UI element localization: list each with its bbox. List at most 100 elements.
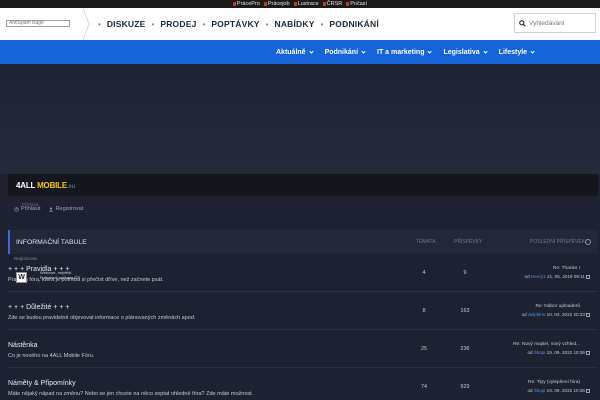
hero-banner — [0, 64, 600, 174]
last-post-subject[interactable]: Re: Thanks ! — [553, 266, 580, 271]
power-icon — [14, 206, 19, 212]
last-post-by: od — [521, 312, 527, 317]
last-post-subject[interactable]: Re: Nábor uploaderů — [535, 304, 580, 309]
last-post-date: 10. 03. 2022 20:23 — [546, 312, 585, 317]
category-label: IT a marketing — [377, 48, 425, 56]
goto-post-icon[interactable] — [586, 274, 590, 279]
forum-title[interactable]: + + + Důležité + + + — [8, 304, 70, 311]
forum-logo[interactable]: 4ALL MOBILE.eu — [16, 181, 75, 190]
column-topics: TÉMATA — [416, 239, 436, 245]
category-it-marketing[interactable]: IT a marketing — [377, 48, 433, 56]
nav-separator: • — [202, 19, 206, 29]
board-title[interactable]: INFORMAČNÍ TABULE — [16, 239, 87, 246]
chevron-down-icon — [308, 48, 314, 54]
category-podnikani[interactable]: Podnikání — [325, 48, 366, 56]
forum-description: Zde se budou pravidelně objevovat inform… — [8, 315, 196, 321]
user-links: Přihlásit Přihlásit Registrovat — [14, 202, 83, 212]
nav-separator: • — [98, 19, 101, 29]
category-label: Lifestyle — [498, 48, 528, 56]
nav-item-poptavky[interactable]: POPTÁVKY — [211, 19, 259, 29]
login-hint: Přihlásit — [22, 202, 39, 207]
top-link-lustrace[interactable]: Lustrace — [293, 1, 319, 7]
register-link[interactable]: Registrovat — [48, 206, 83, 212]
goto-post-icon[interactable] — [586, 388, 590, 393]
category-label: Aktuálně — [276, 48, 306, 56]
nav-separator: • — [151, 19, 155, 29]
search-box[interactable] — [514, 13, 596, 33]
last-post-date: 19. 09. 2022 10:36 — [546, 350, 585, 355]
top-link-pracejob[interactable]: Prácejob — [263, 1, 290, 7]
last-post-meta: od delphino 10. 03. 2022 20:23 — [522, 312, 590, 317]
board-header: INFORMAČNÍ TABULE TÉMATA PŘÍSPĚVKY POSLE… — [8, 230, 598, 254]
topics-count: 4 — [422, 270, 426, 276]
last-post-user[interactable]: Škopi — [534, 388, 546, 393]
top-link-crsr[interactable]: ČRSR — [322, 1, 343, 7]
nav-item-nabidky[interactable]: NABÍDKY — [274, 19, 314, 29]
forum-description: Co je nového na 4ALL Mobile Fóru. — [8, 353, 95, 359]
last-post-date: 21. 05. 2019 09:11 — [547, 274, 585, 279]
last-post-meta: od Škopi 19. 09. 2022 10:36 — [527, 388, 590, 393]
forum-logo-bar — [8, 174, 598, 196]
top-link-label: Počasí — [350, 1, 368, 7]
top-links-bar: PrácePro Prácejob Lustrace ČRSR Počasí — [0, 0, 600, 8]
forum-title[interactable]: Náměty & Připomínky — [8, 380, 76, 387]
popup-line: Fotbalové aplikace ČR — [40, 275, 81, 280]
top-link-label: Lustrace — [297, 1, 319, 7]
popup-badge[interactable]: W — [16, 272, 27, 283]
last-post-user[interactable]: delphino — [528, 312, 545, 317]
top-link-pracepro[interactable]: PrácePro — [232, 1, 260, 7]
nav-item-prodej[interactable]: PRODEJ — [160, 19, 196, 29]
register-hint: Registrovat — [14, 256, 37, 261]
popup-text: Webowe, největší Fotbalové aplikace ČR — [40, 270, 80, 280]
goto-post-icon[interactable] — [586, 350, 590, 355]
last-post-subject[interactable]: Re: Tipy (vylepšení fóra) — [528, 380, 580, 385]
chevron-down-icon — [530, 48, 535, 54]
search-icon[interactable] — [519, 19, 526, 27]
forum-row[interactable]: Nástěnka Co je nového na 4ALL Mobile Fór… — [8, 330, 598, 368]
logo-text-domain: .eu — [67, 184, 76, 190]
link-marker-icon — [322, 2, 326, 6]
topics-count: 74 — [420, 384, 428, 390]
posts-count: 236 — [460, 346, 470, 352]
link-marker-icon — [232, 2, 236, 6]
nav-item-diskuze[interactable]: DISKUZE — [107, 19, 146, 29]
user-plus-icon — [48, 207, 53, 211]
gear-icon[interactable] — [585, 239, 591, 245]
forum-row[interactable]: Náměty & Připomínky Máte nějaký nápad na… — [8, 368, 598, 400]
category-nav: Aktuálně Podnikání IT a marketing Legisl… — [0, 40, 600, 64]
last-post-by: od — [527, 350, 533, 355]
last-post-by: od — [524, 274, 530, 279]
logo-text: 4ALL — [16, 181, 38, 190]
last-post-user[interactable]: Škopi — [534, 350, 546, 355]
nav-separator: • — [265, 19, 269, 29]
last-post-meta: od Škopi 19. 09. 2022 10:36 — [527, 350, 590, 355]
main-nav: • DISKUZE • PRODEJ • POPTÁVKY • NABÍDKY … — [92, 8, 379, 40]
category-lifestyle[interactable]: Lifestyle — [498, 48, 535, 56]
topics-count: 8 — [422, 308, 426, 314]
goto-post-icon[interactable] — [586, 312, 590, 317]
top-link-label: ČRSR — [326, 1, 343, 7]
nav-item-podnikani[interactable]: PODNIKÁNÍ — [329, 19, 379, 29]
search-input[interactable] — [529, 19, 593, 27]
topics-count: 25 — [420, 346, 428, 352]
chevron-down-icon — [483, 48, 488, 54]
forum-board: INFORMAČNÍ TABULE TÉMATA PŘÍSPĚVKY POSLE… — [8, 230, 598, 400]
last-post-date: 19. 09. 2022 10:36 — [546, 388, 585, 393]
forum-title[interactable]: Nástěnka — [8, 342, 38, 349]
forum-description: Máte nějaký nápad na změnu? Nebo se jen … — [8, 391, 254, 397]
last-post-user[interactable]: Henry1 — [531, 274, 546, 279]
posts-count: 163 — [460, 308, 470, 314]
last-post-meta: od Henry1 21. 05. 2019 09:11 — [525, 274, 590, 279]
top-link-label: PrácePro — [236, 1, 260, 7]
top-link-pocasi[interactable]: Počasí — [346, 1, 367, 7]
forum-description: Pravidla fóra, která je potřeba si přečí… — [8, 277, 164, 283]
forum-row[interactable]: + + + Důležité + + + Zde se budou pravid… — [8, 292, 598, 330]
chevron-down-icon — [361, 48, 366, 54]
last-post-subject[interactable]: Re: Nový majitel, nový vzhled... — [513, 342, 580, 347]
forum-row[interactable]: + + + Pravidla + + + Pravidla fóra, kter… — [8, 254, 598, 292]
link-marker-icon — [263, 2, 267, 6]
posts-count: 929 — [460, 384, 470, 390]
site-logo-placeholder[interactable]: AntiSpam Bage — [6, 20, 70, 27]
category-aktualne[interactable]: Aktuálně — [276, 48, 314, 56]
category-legislativa[interactable]: Legislativa — [443, 48, 488, 56]
